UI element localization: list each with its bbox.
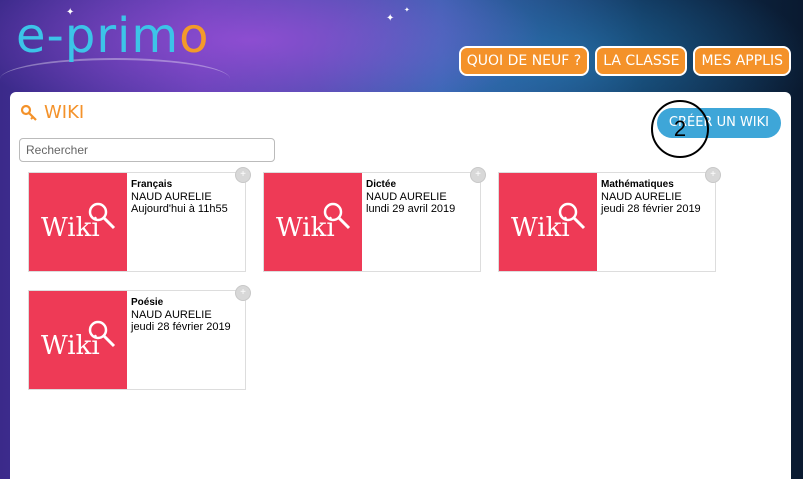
wiki-info: Poésie NAUD AURELIE jeudi 28 février 201… bbox=[131, 297, 231, 333]
wiki-date: Aujourd'hui à 11h55 bbox=[131, 203, 228, 215]
star-decoration: ✦ bbox=[404, 7, 410, 14]
wiki-card[interactable]: Wiki Dictée NAUD AURELIE lundi 29 avril … bbox=[263, 167, 486, 272]
wiki-options-icon[interactable]: + bbox=[235, 167, 251, 183]
search-input[interactable] bbox=[19, 138, 275, 162]
magnifier-icon bbox=[558, 202, 586, 230]
wiki-thumbnail: Wiki bbox=[29, 173, 127, 271]
wiki-title: Poésie bbox=[131, 297, 164, 308]
logo-o: o bbox=[179, 8, 210, 64]
wiki-title: Dictée bbox=[366, 179, 397, 190]
star-decoration: ✦ bbox=[386, 13, 395, 24]
wiki-card[interactable]: Wiki Mathématiques NAUD AURELIE jeudi 28… bbox=[498, 167, 721, 272]
wiki-info: Français NAUD AURELIE Aujourd'hui à 11h5… bbox=[131, 179, 228, 215]
app-logo[interactable]: e-primo bbox=[16, 6, 210, 66]
wiki-options-icon[interactable]: + bbox=[235, 285, 251, 301]
wiki-card[interactable]: Wiki Poésie NAUD AURELIE jeudi 28 févrie… bbox=[28, 285, 251, 390]
page-title: WIKI bbox=[20, 102, 84, 123]
nav-quoi-de-neuf-button[interactable]: QUOI DE NEUF ? bbox=[458, 46, 590, 76]
wiki-author: NAUD AURELIE bbox=[601, 191, 682, 203]
main-nav: QUOI DE NEUF ? LA CLASSE MES APPLIS bbox=[458, 46, 791, 76]
wiki-thumbnail: Wiki bbox=[264, 173, 362, 271]
wiki-thumbnail: Wiki bbox=[499, 173, 597, 271]
wiki-options-icon[interactable]: + bbox=[705, 167, 721, 183]
wiki-author: NAUD AURELIE bbox=[366, 191, 447, 203]
page-title-text: WIKI bbox=[44, 102, 85, 123]
wiki-panel: WIKI CRÉER UN WIKI Wiki Français NAUD AU… bbox=[10, 92, 791, 479]
wiki-thumbnail: Wiki bbox=[29, 291, 127, 389]
nav-mes-applis-button[interactable]: MES APPLIS bbox=[693, 46, 791, 76]
nav-la-classe-button[interactable]: LA CLASSE bbox=[595, 46, 688, 76]
magnifier-icon bbox=[323, 202, 351, 230]
magnifier-icon bbox=[88, 320, 116, 348]
wiki-info: Mathématiques NAUD AURELIE jeudi 28 févr… bbox=[601, 179, 701, 215]
wiki-date: jeudi 28 février 2019 bbox=[601, 203, 701, 215]
wiki-title: Français bbox=[131, 179, 173, 190]
wiki-card[interactable]: Wiki Français NAUD AURELIE Aujourd'hui à… bbox=[28, 167, 251, 272]
wiki-date: jeudi 28 février 2019 bbox=[131, 321, 231, 333]
wiki-author: NAUD AURELIE bbox=[131, 309, 212, 321]
key-icon bbox=[20, 104, 37, 121]
wiki-info: Dictée NAUD AURELIE lundi 29 avril 2019 bbox=[366, 179, 455, 215]
logo-text: e-prim bbox=[16, 8, 180, 64]
create-wiki-button[interactable]: CRÉER UN WIKI bbox=[656, 108, 781, 138]
wiki-author: NAUD AURELIE bbox=[131, 191, 212, 203]
magnifier-icon bbox=[88, 202, 116, 230]
wiki-date: lundi 29 avril 2019 bbox=[366, 203, 456, 215]
wiki-title: Mathématiques bbox=[601, 179, 674, 190]
wiki-options-icon[interactable]: + bbox=[470, 167, 486, 183]
